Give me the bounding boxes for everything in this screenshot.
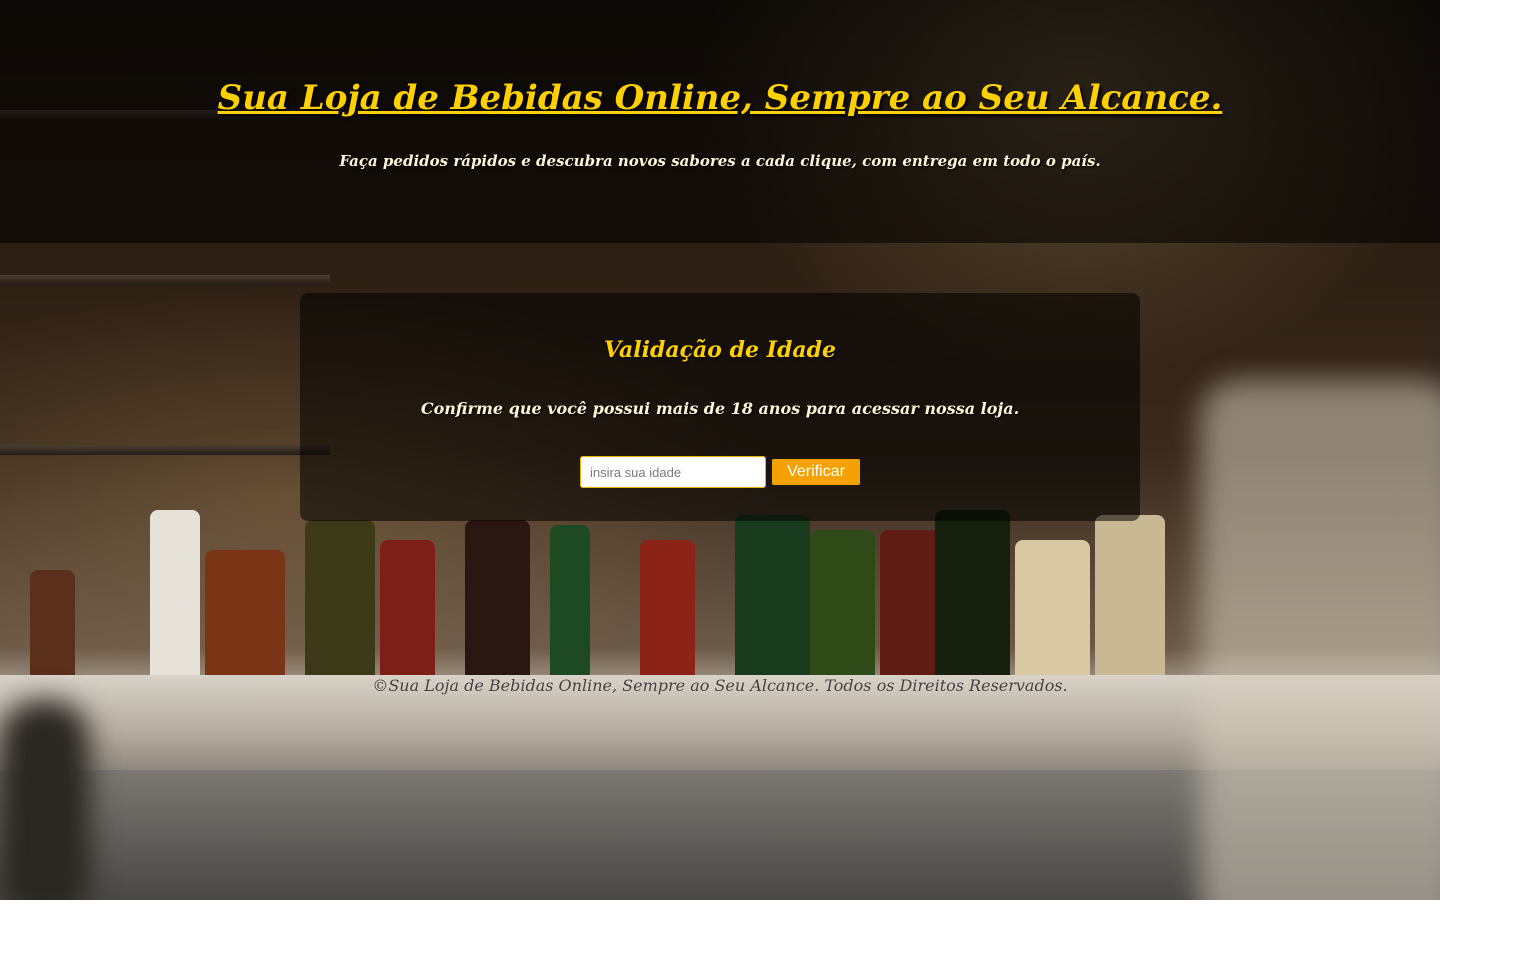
bottle-decoration — [205, 550, 285, 690]
bottle-decoration — [810, 530, 875, 690]
bottle-decoration — [735, 515, 810, 690]
bottle-decoration — [1015, 540, 1090, 690]
bottle-decoration — [640, 540, 695, 690]
shelf-decoration — [0, 445, 330, 455]
bottle-decoration — [935, 510, 1010, 690]
age-validation-title: Validação de Idade — [604, 337, 836, 363]
site-title[interactable]: Sua Loja de Bebidas Online, Sempre ao Se… — [0, 78, 1440, 118]
bottle-decoration — [150, 510, 200, 690]
shelf-decoration — [0, 275, 330, 285]
blurred-bottle-decoration — [1200, 380, 1440, 900]
header-section: Sua Loja de Bebidas Online, Sempre ao Se… — [0, 0, 1440, 243]
bottle-decoration — [550, 525, 590, 690]
bottle-decoration — [465, 520, 530, 690]
age-validation-message: Confirme que você possui mais de 18 anos… — [420, 399, 1020, 418]
age-validation-card: Validação de Idade Confirme que você pos… — [300, 293, 1140, 521]
blurred-bottle-decoration — [0, 700, 90, 900]
bottle-decoration — [1095, 515, 1165, 690]
footer-copyright: ©Sua Loja de Bebidas Online, Sempre ao S… — [372, 676, 1068, 695]
bottle-decoration — [305, 520, 375, 690]
bottle-decoration — [880, 530, 940, 690]
age-input[interactable] — [580, 456, 766, 488]
bottle-decoration — [380, 540, 435, 690]
verify-button[interactable]: Verificar — [772, 459, 860, 485]
bottle-decoration — [30, 570, 75, 690]
site-subtitle: Faça pedidos rápidos e descubra novos sa… — [339, 152, 1101, 170]
